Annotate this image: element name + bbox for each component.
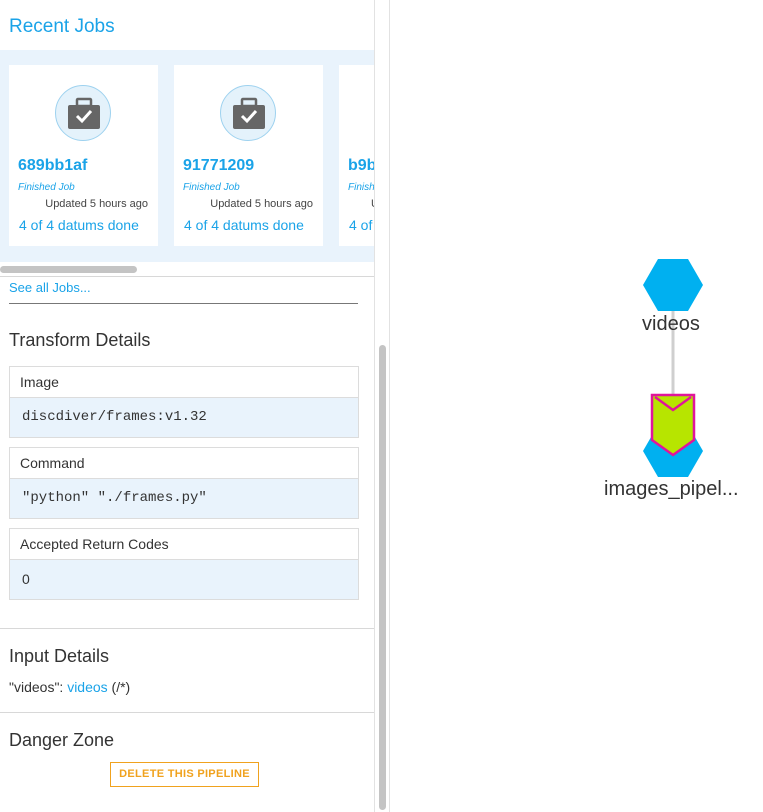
return-codes-value: 0 (10, 560, 358, 599)
job-card[interactable]: b9b Finish U 4 of (339, 65, 374, 246)
pipeline-details-panel: Recent Jobs 689bb1af Finished Job Update… (0, 0, 374, 812)
job-datums-progress: 4 of (349, 217, 373, 233)
divider (0, 276, 374, 277)
job-updated-time: Updated 5 hours ago (210, 198, 313, 210)
job-status: Finish (348, 182, 374, 193)
dag-node-label-videos[interactable]: videos (642, 313, 700, 336)
pipeline-chevron-icon[interactable] (650, 393, 696, 457)
input-glob: (/*) (107, 679, 131, 695)
return-codes-field: Accepted Return Codes 0 (9, 528, 359, 600)
dag-canvas[interactable]: videos images_pipel... (390, 0, 763, 812)
input-details-title: Input Details (9, 646, 110, 666)
image-label: Image (10, 367, 358, 398)
transform-details-title: Transform Details (9, 330, 151, 350)
scrollbar-thumb[interactable] (379, 345, 386, 810)
dag-graph (643, 259, 703, 477)
jobs-horizontal-scrollbar[interactable] (0, 266, 137, 273)
job-card[interactable]: 91771209 Finished Job Updated 5 hours ag… (174, 65, 323, 246)
image-field: Image discdiver/frames:v1.32 (9, 366, 359, 438)
divider (9, 303, 358, 304)
job-id[interactable]: 689bb1af (18, 157, 87, 175)
job-id[interactable]: b9b (348, 157, 374, 175)
job-updated-time: Updated 5 hours ago (45, 198, 148, 210)
input-repo-link[interactable]: videos (67, 679, 107, 695)
job-datums-progress: 4 of 4 datums done (184, 217, 304, 233)
recent-jobs-title: Recent Jobs (9, 16, 115, 37)
details-vertical-scrollbar[interactable] (374, 0, 390, 812)
hexagon-repo-icon[interactable] (643, 259, 703, 311)
job-id[interactable]: 91771209 (183, 157, 254, 175)
job-status: Finished Job (18, 182, 75, 193)
return-codes-label: Accepted Return Codes (10, 529, 358, 560)
command-value: "python" "./frames.py" (10, 479, 358, 518)
delete-pipeline-button[interactable]: DELETE THIS PIPELINE (110, 762, 259, 787)
recent-jobs-carousel[interactable]: 689bb1af Finished Job Updated 5 hours ag… (0, 50, 374, 262)
briefcase-check-icon (55, 85, 111, 141)
input-name: "videos": (9, 679, 68, 695)
job-datums-progress: 4 of 4 datums done (19, 217, 139, 233)
command-field: Command "python" "./frames.py" (9, 447, 359, 519)
briefcase-check-icon (220, 85, 276, 141)
input-details-line: "videos": videos (/*) (9, 679, 130, 695)
dag-node-label-pipeline[interactable]: images_pipel... (604, 478, 739, 501)
job-card[interactable]: 689bb1af Finished Job Updated 5 hours ag… (9, 65, 158, 246)
divider (0, 628, 374, 629)
danger-zone-title: Danger Zone (9, 730, 115, 750)
divider (0, 712, 374, 713)
see-all-jobs-link[interactable]: See all Jobs... (9, 280, 91, 295)
job-status: Finished Job (183, 182, 240, 193)
command-label: Command (10, 448, 358, 479)
image-value: discdiver/frames:v1.32 (10, 398, 358, 437)
